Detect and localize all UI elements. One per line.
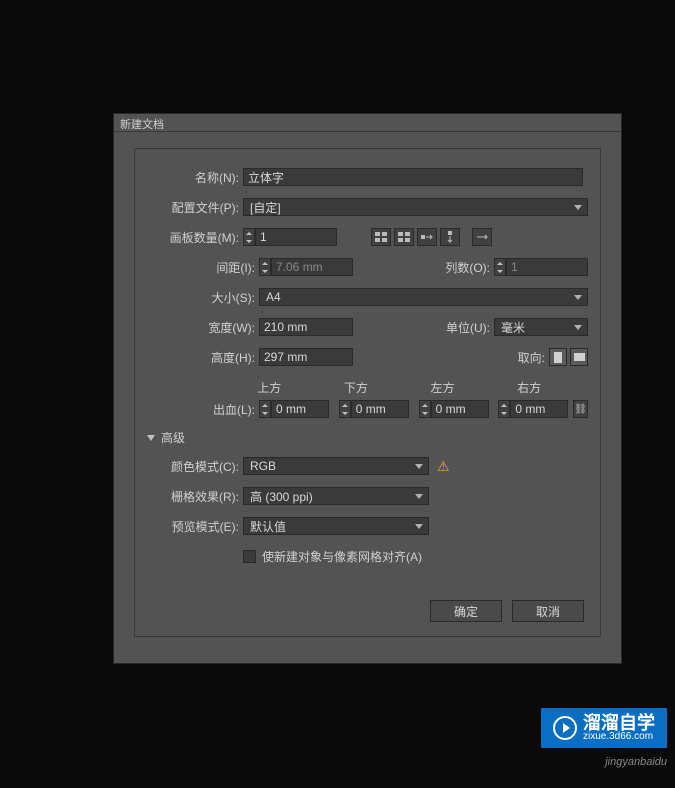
rtl-icon[interactable] [472,228,492,246]
columns-stepper[interactable] [494,258,588,276]
watermark-brand: 溜溜自学 zixue.3d66.com [541,708,667,748]
units-select[interactable]: 毫米 [494,318,588,336]
bleed-right-label: 右方 [517,379,588,396]
bleed-right-input[interactable] [510,400,568,418]
size-label: 大小(S): [147,289,259,306]
bleed-left-input[interactable] [431,400,489,418]
width-input[interactable] [259,318,353,336]
brand-url: zixue.3d66.com [583,732,655,742]
orient-label: 取向: [495,349,549,366]
bleed-bottom-input[interactable] [351,400,409,418]
advanced-label: 高级 [161,429,185,446]
spacing-label: 间距(I): [147,259,259,276]
bleed-top-input[interactable] [271,400,329,418]
warning-icon: ⚠ [437,458,450,475]
cancel-button[interactable]: 取消 [512,600,584,622]
artboards-input[interactable] [255,228,337,246]
landscape-icon[interactable] [570,348,588,366]
profile-select[interactable]: [自定] [243,198,588,216]
width-label: 宽度(W): [147,319,259,336]
advanced-toggle[interactable]: 高级 [147,429,588,446]
profile-label: 配置文件(P): [147,199,243,216]
name-label: 名称(N): [147,169,243,186]
colormode-select[interactable]: RGB [243,457,429,475]
bleed-left-label: 左方 [431,379,502,396]
raster-label: 栅格效果(R): [147,488,243,505]
preview-select[interactable]: 默认值 [243,517,429,535]
play-icon [553,716,577,740]
spacing-input[interactable] [271,258,353,276]
units-label: 单位(U): [424,319,494,336]
raster-value: 高 (300 ppi) [250,488,313,505]
artboards-stepper[interactable] [243,228,337,246]
gridalign-checkbox[interactable] [243,550,256,563]
raster-select[interactable]: 高 (300 ppi) [243,487,429,505]
link-bleed-icon[interactable]: ⛓ [573,400,588,418]
bleed-top-label: 上方 [257,379,328,396]
bleed-right-stepper[interactable] [498,400,568,418]
colormode-value: RGB [250,459,276,473]
artboard-arrangement-group [371,228,460,246]
bleed-bottom-label: 下方 [344,379,415,396]
name-input[interactable] [243,168,583,186]
arrange-row-icon[interactable] [417,228,437,246]
size-select[interactable]: A4 [259,288,588,306]
colormode-label: 颜色模式(C): [147,458,243,475]
spacing-stepper[interactable] [259,258,353,276]
profile-value: [自定] [250,199,281,216]
chevron-down-icon [147,435,155,441]
brand-text: 溜溜自学 [583,714,655,732]
preview-value: 默认值 [250,518,286,535]
dialog-title: 新建文档 [114,114,621,132]
columns-input[interactable] [506,258,588,276]
columns-label: 列数(O): [424,259,494,276]
grid-by-col-icon[interactable] [394,228,414,246]
preview-label: 预览模式(E): [147,518,243,535]
height-input[interactable] [259,348,353,366]
bleed-top-stepper[interactable] [259,400,329,418]
watermark-sub: jingyanbaidu [605,756,667,768]
bleed-left-stepper[interactable] [419,400,489,418]
size-value: A4 [266,290,281,304]
bleed-label: 出血(L): [147,401,259,418]
grid-by-row-icon[interactable] [371,228,391,246]
ok-button[interactable]: 确定 [430,600,502,622]
artboards-label: 画板数量(M): [147,229,243,246]
portrait-icon[interactable] [549,348,567,366]
orientation-group [549,348,588,366]
arrange-col-icon[interactable] [440,228,460,246]
height-label: 高度(H): [147,349,259,366]
units-value: 毫米 [501,319,525,336]
bleed-bottom-stepper[interactable] [339,400,409,418]
new-document-dialog: 新建文档 名称(N): 配置文件(P): [自定] 画板数量(M): [113,113,622,664]
gridalign-label: 使新建对象与像素网格对齐(A) [262,548,422,565]
